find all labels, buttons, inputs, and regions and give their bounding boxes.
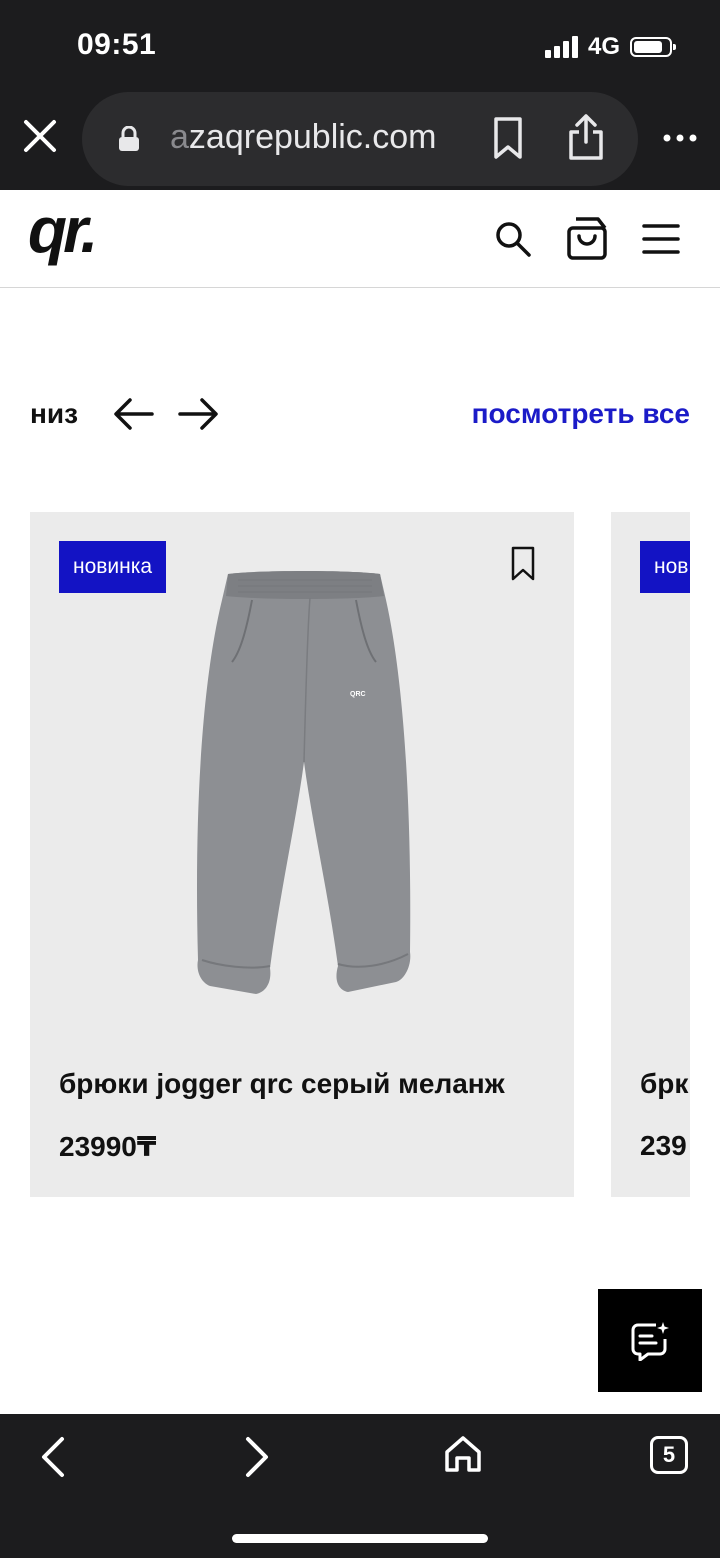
product-image: QRC [197,571,411,994]
product-name[interactable]: брюки jogger qrc серый меланж [59,1068,505,1100]
product-card[interactable]: новинка QRC брюки jogger qrc серый мелан… [30,512,574,1197]
signal-icon [544,36,578,58]
product-card-next[interactable]: нов брк 239 [611,512,690,1197]
section-title: низ [30,398,79,429]
bookmark-icon[interactable] [510,546,536,582]
product-price: 23990₸ [59,1131,157,1162]
home-icon[interactable] [444,1434,482,1474]
url-text-main: zaqrepublic.com [188,118,437,156]
network-type: 4G [587,33,620,60]
more-options-icon[interactable] [662,126,698,150]
chat-icon [631,1322,669,1361]
back-icon[interactable] [38,1436,68,1478]
forward-icon[interactable] [242,1436,272,1478]
bookmark-icon[interactable] [488,116,528,160]
close-icon[interactable] [22,118,58,154]
home-indicator [232,1534,488,1543]
share-icon[interactable] [566,112,606,162]
site-header: qr. [0,190,720,288]
chat-button[interactable] [598,1289,702,1392]
new-badge: нов [640,541,690,593]
product-price: 239 [640,1130,687,1161]
url-text-faded: a [170,118,189,156]
search-icon[interactable] [494,220,532,258]
product-print: QRC [350,691,366,698]
arrow-right-icon[interactable] [176,396,220,432]
menu-icon[interactable] [642,222,680,256]
new-badge: новинка [59,541,167,593]
arrow-left-icon[interactable] [112,396,156,432]
address-bar[interactable]: azaqrepublic.com [82,92,638,186]
battery-icon [630,37,676,57]
site-logo[interactable]: qr. [28,198,98,262]
cart-icon[interactable] [566,216,608,260]
product-name[interactable]: брк [640,1068,688,1100]
tabs-button[interactable]: 5 [650,1436,688,1474]
view-all-link[interactable]: посмотреть все [472,398,690,430]
status-time: 09:51 [77,28,157,61]
url-text[interactable]: azaqrepublic.com [170,118,450,157]
browser-top-bar: 09:51 4G azaqrepublic.com [0,0,720,190]
lock-icon [119,126,139,151]
status-indicators: 4G [544,32,676,62]
browser-bottom-bar: 5 [0,1414,720,1558]
